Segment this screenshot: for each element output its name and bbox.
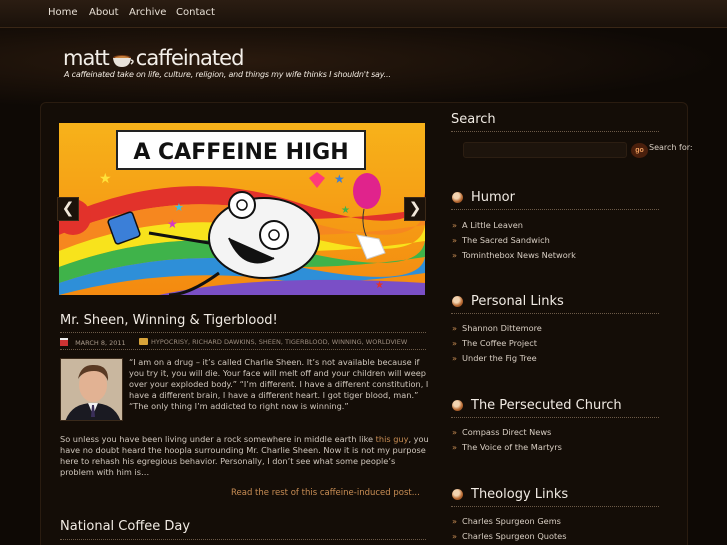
- tag-icon: [139, 338, 148, 347]
- post-thumbnail: [60, 358, 123, 421]
- tag-link[interactable]: TIGERBLOOD: [281, 338, 328, 346]
- theology-links: Charles Spurgeon Gems Charles Spurgeon Q…: [452, 514, 566, 544]
- humor-links: A Little Leaven The Sacred Sandwich Tomi…: [452, 218, 576, 263]
- post-title[interactable]: Mr. Sheen, Winning & Tigerblood!: [60, 313, 278, 328]
- svg-text:★: ★: [167, 217, 178, 231]
- svg-text:★: ★: [341, 205, 350, 216]
- post-tags: HYPOCRISYRICHARD DAWKINSSHEENTIGERBLOODW…: [151, 338, 407, 346]
- read-more-link[interactable]: Read the rest of this caffeine-induced p…: [231, 488, 420, 498]
- sidebar-link[interactable]: Shannon Dittemore: [452, 321, 542, 336]
- divider: [451, 209, 659, 210]
- post-date: MARCH 8, 2011: [60, 338, 126, 347]
- sidebar-link[interactable]: Charles Spurgeon Quotes: [452, 529, 566, 544]
- divider: [60, 349, 426, 350]
- sidebar-link[interactable]: A Little Leaven: [452, 218, 576, 233]
- post-excerpt-quote: “I am on a drug – it’s called Charlie Sh…: [129, 357, 429, 411]
- sidebar-link[interactable]: Charles Spurgeon Gems: [452, 514, 566, 529]
- coffee-bean-icon: [452, 296, 463, 307]
- slider-prev-button[interactable]: ❮: [57, 197, 79, 221]
- site-logo[interactable]: matt caffeinated: [63, 45, 245, 71]
- tag-link[interactable]: SHEEN: [255, 338, 281, 346]
- post-date-text: MARCH 8, 2011: [75, 339, 126, 347]
- search-heading: Search: [451, 112, 496, 127]
- tag-link[interactable]: RICHARD DAWKINS: [188, 338, 255, 346]
- personal-links-heading: Personal Links: [452, 294, 564, 309]
- sidebar-link[interactable]: The Sacred Sandwich: [452, 233, 576, 248]
- coffee-cup-icon: [112, 50, 134, 67]
- sidebar-link[interactable]: Under the Fig Tree: [452, 351, 542, 366]
- nav-about[interactable]: About: [89, 7, 119, 18]
- nav-archive[interactable]: Archive: [129, 7, 166, 18]
- divider: [451, 313, 659, 314]
- divider: [451, 131, 659, 132]
- sidebar-link[interactable]: The Coffee Project: [452, 336, 542, 351]
- sidebar-link[interactable]: The Voice of the Martyrs: [452, 440, 562, 455]
- calendar-icon: [60, 338, 68, 346]
- search-input[interactable]: [463, 142, 627, 158]
- svg-text:★: ★: [174, 201, 184, 214]
- top-nav: Home About Archive Contact: [0, 0, 727, 28]
- coffee-bean-icon: [452, 192, 463, 203]
- search-heading-text: Search: [451, 112, 496, 127]
- theology-links-heading: Theology Links: [452, 487, 568, 502]
- site-tagline: A caffeinated take on life, culture, rel…: [64, 70, 391, 79]
- svg-text:★: ★: [99, 171, 112, 187]
- divider: [60, 332, 426, 333]
- humor-heading-text: Humor: [471, 190, 515, 205]
- tag-link[interactable]: WINNING: [328, 338, 362, 346]
- persecuted-church-heading-text: The Persecuted Church: [471, 398, 622, 413]
- tag-link[interactable]: WORLDVIEW: [362, 338, 408, 346]
- persecuted-church-heading: The Persecuted Church: [452, 398, 622, 413]
- nav-home[interactable]: Home: [48, 7, 78, 18]
- divider: [451, 506, 659, 507]
- excerpt-text: So unless you have been living under a r…: [60, 434, 376, 444]
- divider: [60, 539, 426, 540]
- sidebar-link[interactable]: Tominthebox News Network: [452, 248, 576, 263]
- personal-links: Shannon Dittemore The Coffee Project Und…: [452, 321, 542, 366]
- banner-text: A CAFFEINE HIGH: [133, 140, 348, 165]
- post2-title[interactable]: National Coffee Day: [60, 519, 190, 534]
- search-go-button[interactable]: go: [631, 143, 648, 158]
- svg-text:★: ★: [375, 280, 384, 291]
- post-excerpt-body: So unless you have been living under a r…: [60, 434, 430, 478]
- theology-links-heading-text: Theology Links: [471, 487, 569, 502]
- coffee-bean-icon: [452, 489, 463, 500]
- featured-slider[interactable]: A CAFFEINE HIGH ★ ★ ★ ★ ★ ★: [59, 123, 425, 295]
- persecuted-church-links: Compass Direct News The Voice of the Mar…: [452, 425, 562, 455]
- slider-next-button[interactable]: ❯: [404, 197, 426, 221]
- personal-links-heading-text: Personal Links: [471, 294, 564, 309]
- svg-text:★: ★: [334, 172, 345, 186]
- sidebar-link[interactable]: Compass Direct News: [452, 425, 562, 440]
- coffee-bean-icon: [452, 400, 463, 411]
- tag-link[interactable]: HYPOCRISY: [151, 338, 188, 346]
- search-for-label: Search for:: [649, 143, 693, 152]
- logo-text-left: matt: [63, 46, 110, 70]
- logo-text-right: caffeinated: [135, 46, 245, 70]
- humor-heading: Humor: [452, 190, 515, 205]
- nav-contact[interactable]: Contact: [176, 7, 215, 18]
- featured-image: A CAFFEINE HIGH ★ ★ ★ ★ ★ ★: [59, 123, 425, 295]
- divider: [451, 417, 659, 418]
- this-guy-link[interactable]: this guy: [376, 434, 409, 444]
